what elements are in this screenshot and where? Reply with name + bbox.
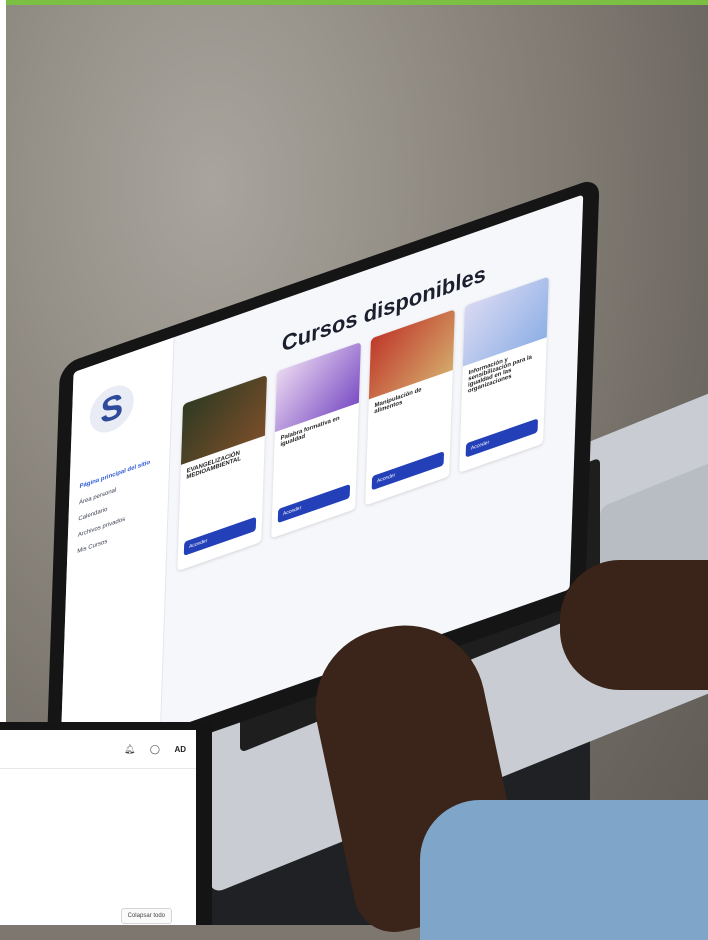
avatar[interactable]: AD	[174, 745, 186, 754]
foreground-topbar: 🔔︎ ◯ AD	[0, 730, 196, 769]
logo: S	[89, 379, 135, 439]
access-button[interactable]: Acceder	[465, 418, 539, 458]
access-button[interactable]: Acceder	[371, 451, 445, 491]
bell-icon[interactable]: 🔔︎	[124, 744, 141, 754]
foreground-screen: 🔔︎ ◯ AD Colapsar todo	[0, 730, 196, 925]
access-button[interactable]: Acceder	[277, 483, 351, 524]
chat-icon[interactable]: ◯	[150, 744, 166, 754]
course-card[interactable]: Información y sensibilización para la ig…	[459, 276, 549, 473]
access-button[interactable]: Acceder	[183, 516, 257, 556]
course-card[interactable]: Manipulación de alimentos Acceder	[365, 309, 455, 506]
lms-sidebar: S Página principal del sitio Área person…	[59, 337, 175, 768]
collapse-all-button[interactable]: Colapsar todo	[120, 908, 172, 924]
accent-bar	[0, 0, 708, 5]
denim-sleeve	[420, 800, 708, 940]
foreground-laptop: 🔔︎ ◯ AD Colapsar todo	[0, 722, 212, 925]
course-card[interactable]: EVANGELIZACIÓN MEDIOAMBIENTAL Acceder	[177, 374, 268, 572]
course-card[interactable]: Palabra formativa en igualdad Acceder	[271, 342, 361, 539]
right-hand	[560, 560, 708, 690]
